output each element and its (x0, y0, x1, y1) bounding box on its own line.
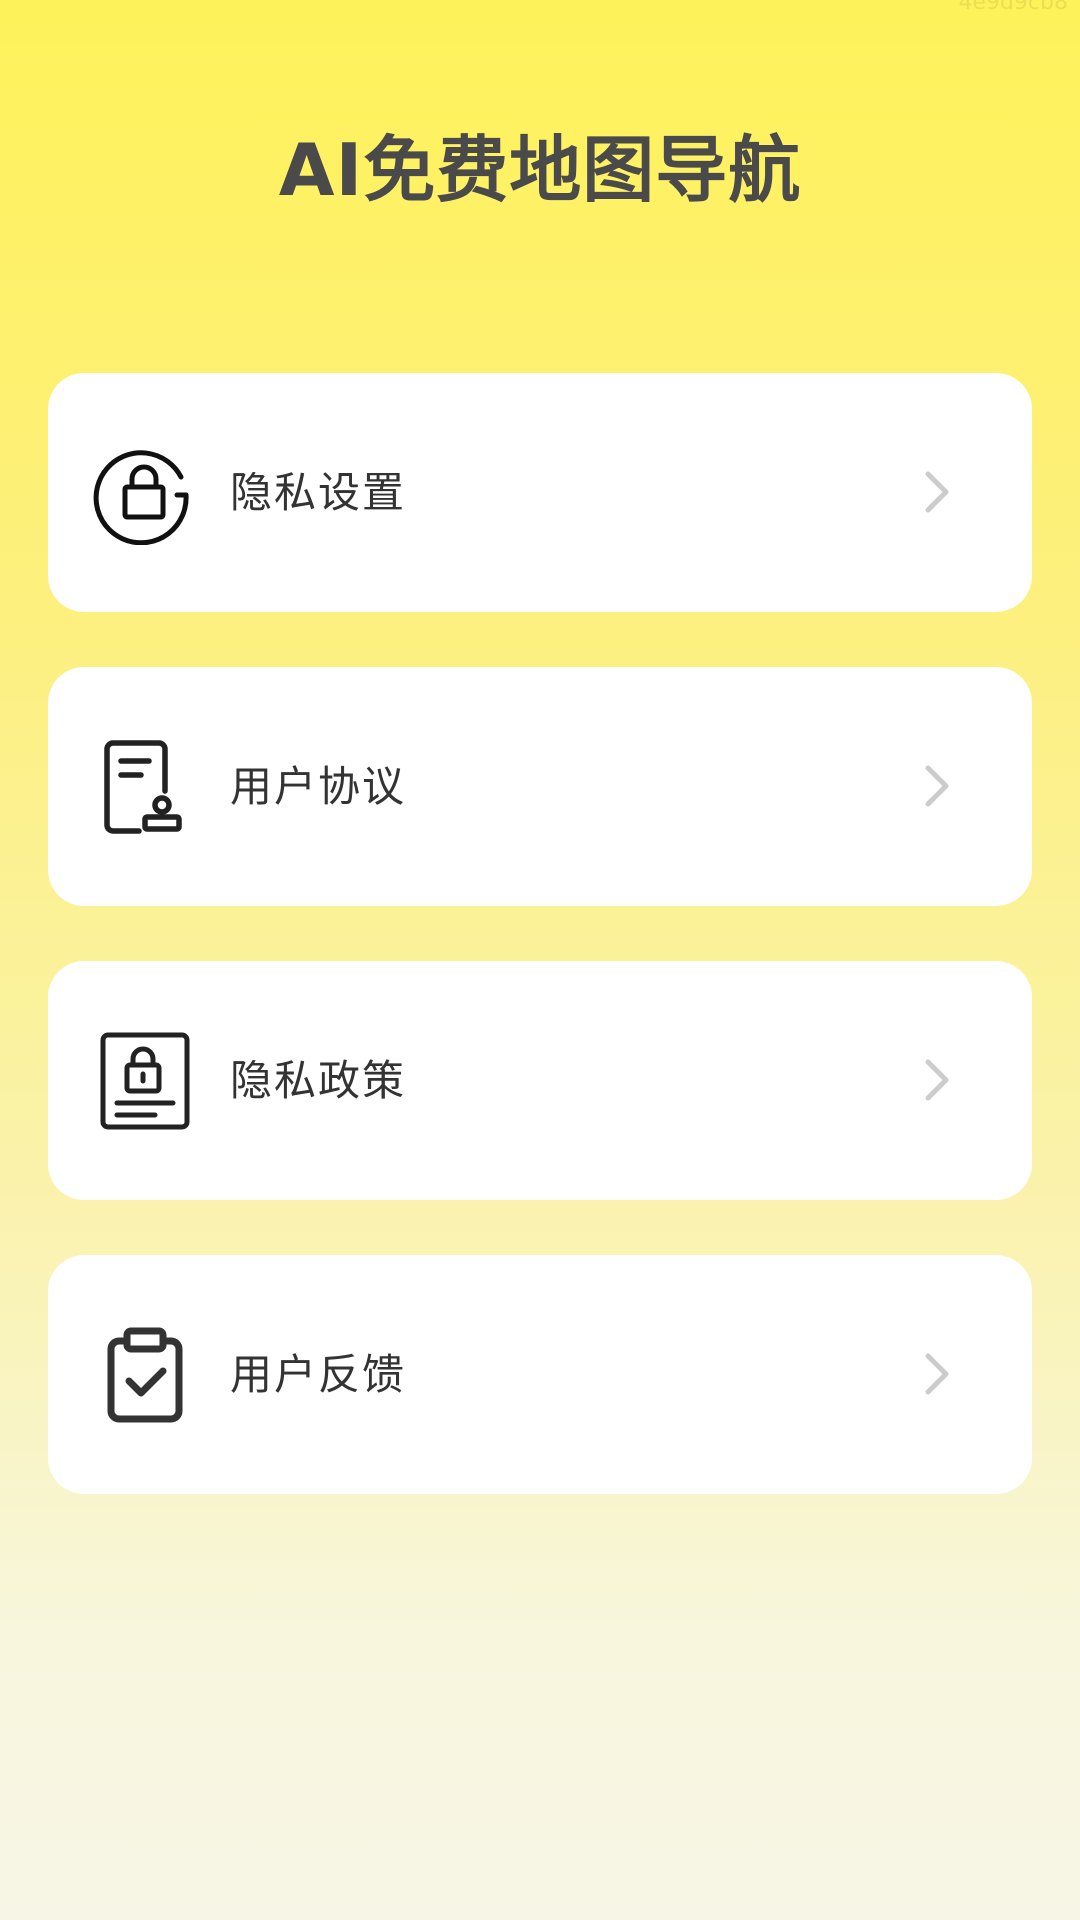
lock-document-icon (93, 1029, 197, 1133)
menu-item-user-feedback[interactable]: 用户反馈 (48, 1255, 1032, 1494)
menu-item-label: 隐私政策 (230, 1056, 407, 1105)
menu-item-privacy-settings[interactable]: 隐私设置 (48, 373, 1032, 612)
chevron-right-icon (912, 1056, 960, 1104)
settings-menu: 隐私设置 用户协议 隐私政策 用户反馈 (48, 373, 1032, 1549)
chevron-right-icon (912, 762, 960, 810)
chevron-right-icon (912, 468, 960, 516)
page-title: AI免费地图导航 (278, 128, 802, 212)
menu-item-privacy-policy[interactable]: 隐私政策 (48, 961, 1032, 1200)
chevron-right-icon (912, 1350, 960, 1398)
menu-item-label: 隐私设置 (230, 468, 407, 517)
document-stamp-icon (93, 735, 197, 839)
menu-item-label: 用户协议 (230, 762, 407, 811)
clipboard-check-icon (93, 1323, 197, 1427)
menu-item-user-agreement[interactable]: 用户协议 (48, 667, 1032, 906)
watermark: 4e9d9cb8 (958, 0, 1068, 15)
lock-circle-icon (93, 441, 197, 545)
menu-item-label: 用户反馈 (230, 1350, 407, 1399)
